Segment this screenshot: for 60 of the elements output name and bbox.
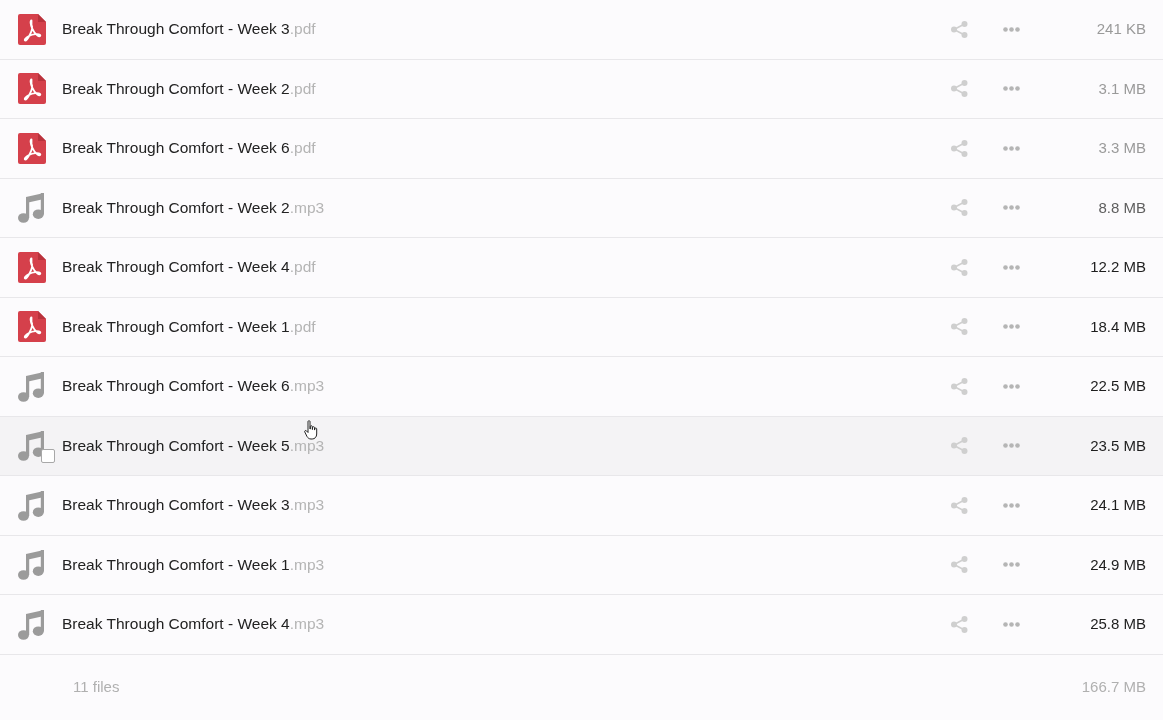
file-name[interactable]: Break Through Comfort - Week 2.pdf xyxy=(62,79,316,97)
more-options-icon[interactable] xyxy=(1002,324,1020,330)
file-name[interactable]: Break Through Comfort - Week 4.pdf xyxy=(62,258,316,276)
file-size: 18.4 MB xyxy=(1090,316,1146,337)
file-size: 12.2 MB xyxy=(1090,257,1146,277)
pdf-file-icon xyxy=(18,251,46,283)
file-name[interactable]: Break Through Comfort - Week 6.pdf xyxy=(62,139,316,157)
more-options-icon[interactable] xyxy=(1002,502,1020,508)
file-size: 24.9 MB xyxy=(1090,554,1146,575)
total-size: 166.7 MB xyxy=(1081,676,1146,697)
file-size: 25.8 MB xyxy=(1090,614,1146,634)
music-note-icon xyxy=(18,192,46,224)
music-note-icon xyxy=(18,430,46,462)
more-options-icon[interactable] xyxy=(1002,205,1020,211)
file-name[interactable]: Break Through Comfort - Week 6.mp3 xyxy=(62,377,325,395)
more-options-icon[interactable] xyxy=(1002,86,1020,92)
music-note-icon xyxy=(18,370,46,402)
more-options-icon[interactable] xyxy=(1002,264,1020,270)
file-name[interactable]: Break Through Comfort - Week 5.mp3 xyxy=(62,436,325,454)
file-size: 241 KB xyxy=(1096,19,1146,39)
music-note-icon xyxy=(18,489,46,521)
file-size: 23.5 MB xyxy=(1090,435,1146,456)
file-count: 11 files xyxy=(73,676,120,697)
share-icon[interactable] xyxy=(950,80,968,98)
share-icon[interactable] xyxy=(950,496,968,514)
share-icon[interactable] xyxy=(950,20,968,38)
file-name[interactable]: Break Through Comfort - Week 1.mp3 xyxy=(62,555,325,573)
share-icon[interactable] xyxy=(950,139,968,157)
pdf-file-icon xyxy=(18,132,46,164)
pdf-file-icon xyxy=(18,73,46,105)
share-icon[interactable] xyxy=(950,556,968,574)
file-name[interactable]: Break Through Comfort - Week 4.mp3 xyxy=(62,615,325,633)
pdf-file-icon xyxy=(18,311,46,343)
hand-cursor-icon xyxy=(304,419,318,440)
more-options-icon[interactable] xyxy=(1002,443,1020,449)
more-options-icon[interactable] xyxy=(1002,621,1020,627)
share-icon[interactable] xyxy=(950,258,968,276)
file-name[interactable]: Break Through Comfort - Week 3.pdf xyxy=(62,20,316,38)
pdf-file-icon xyxy=(18,13,46,45)
share-icon[interactable] xyxy=(950,377,968,395)
file-row[interactable]: Break Through Comfort - Week 5.mp3 23.5 MB xyxy=(0,416,1163,476)
share-icon[interactable] xyxy=(950,437,968,455)
share-icon[interactable] xyxy=(950,199,968,217)
share-icon[interactable] xyxy=(950,615,968,633)
file-size: 8.8 MB xyxy=(1098,197,1146,218)
music-note-icon xyxy=(18,549,46,581)
file-size: 24.1 MB xyxy=(1090,495,1146,515)
more-options-icon[interactable] xyxy=(1002,145,1020,151)
file-name[interactable]: Break Through Comfort - Week 3.mp3 xyxy=(62,496,325,514)
share-icon[interactable] xyxy=(950,318,968,336)
more-options-icon[interactable] xyxy=(1002,562,1020,568)
file-size: 3.1 MB xyxy=(1098,78,1146,99)
select-checkbox[interactable] xyxy=(41,449,55,464)
more-options-icon[interactable] xyxy=(1002,383,1020,389)
file-name[interactable]: Break Through Comfort - Week 2.mp3 xyxy=(62,198,325,216)
file-name[interactable]: Break Through Comfort - Week 1.pdf xyxy=(62,317,316,335)
music-note-icon xyxy=(18,608,46,640)
file-size: 3.3 MB xyxy=(1098,138,1146,158)
file-size: 22.5 MB xyxy=(1090,376,1146,396)
more-options-icon[interactable] xyxy=(1002,26,1020,32)
